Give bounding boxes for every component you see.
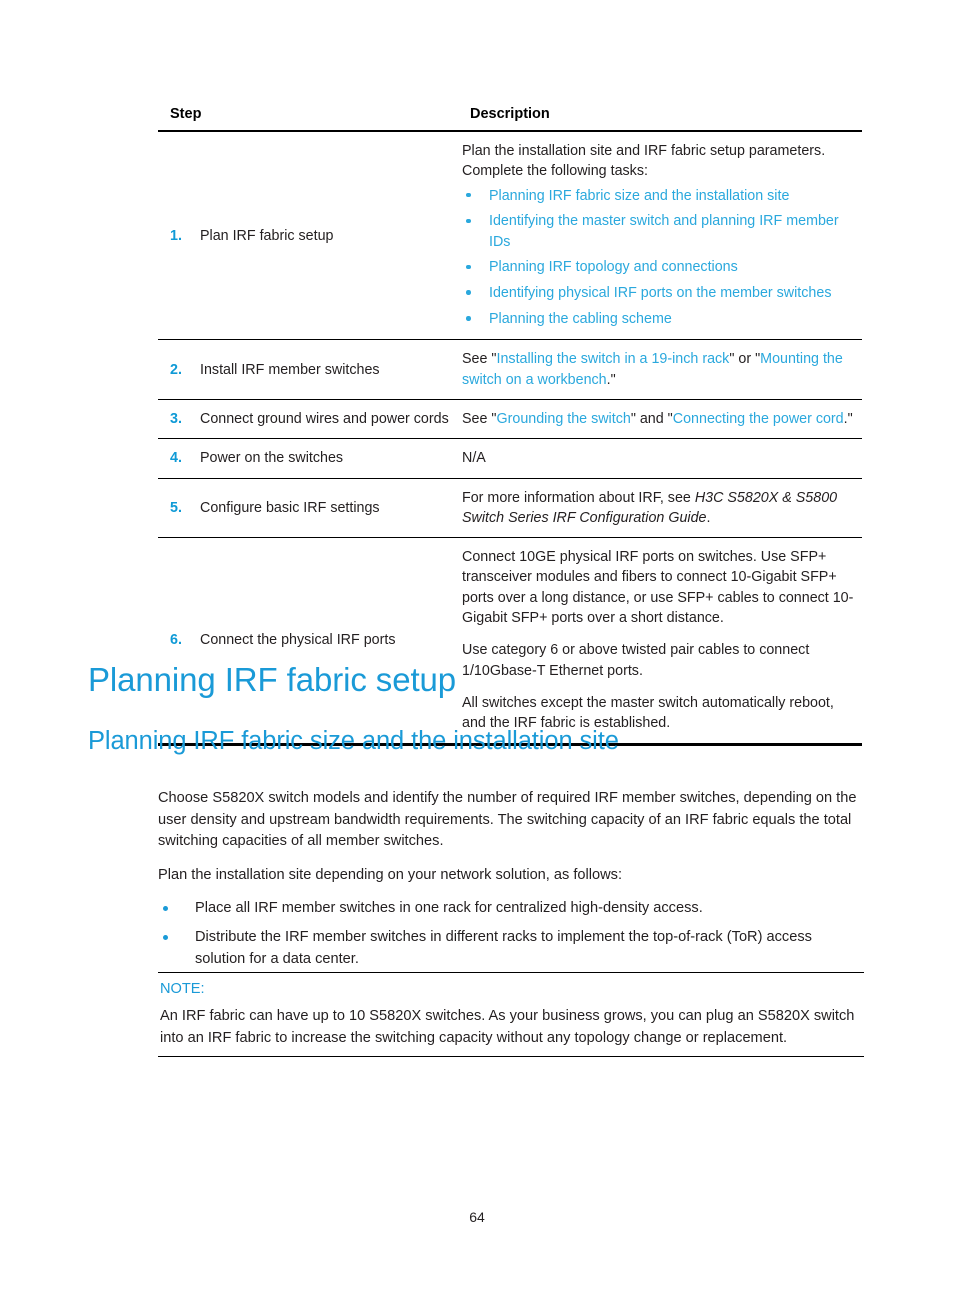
table-row: 1. Plan IRF fabric setup Plan the instal… bbox=[158, 131, 862, 341]
note-title: NOTE: bbox=[160, 981, 205, 997]
body-bullet-list: Place all IRF member switches in one rac… bbox=[158, 898, 866, 970]
text-fragment: " and " bbox=[630, 410, 673, 427]
page-title: Planning IRF fabric setup bbox=[88, 661, 457, 698]
task-link[interactable]: Identifying the master switch and planni… bbox=[489, 213, 839, 249]
text-fragment: For more information about IRF, see bbox=[462, 489, 695, 506]
column-header-step: Step bbox=[158, 97, 458, 132]
list-item[interactable]: Planning IRF fabric size and the install… bbox=[462, 186, 858, 206]
step-label: Install IRF member switches bbox=[200, 361, 380, 378]
list-item[interactable]: Planning IRF topology and connections bbox=[462, 257, 858, 277]
table-row: 6. Connect the physical IRF ports Connec… bbox=[158, 537, 862, 746]
step-cell: 1. Plan IRF fabric setup bbox=[158, 131, 458, 341]
cross-reference-link[interactable]: Installing the switch in a 19-inch rack bbox=[497, 351, 730, 367]
document-page: Step Description 1. Plan IRF fabric setu… bbox=[0, 0, 954, 1294]
task-link-list: Planning IRF fabric size and the install… bbox=[462, 186, 858, 330]
step-number: 2. bbox=[170, 361, 182, 378]
note-text: An IRF fabric can have up to 10 S5820X s… bbox=[160, 1008, 855, 1046]
step-label: Connect ground wires and power cords bbox=[200, 410, 449, 427]
step-cell: 5. Configure basic IRF settings bbox=[158, 478, 458, 539]
task-link[interactable]: Planning IRF fabric size and the install… bbox=[489, 188, 789, 204]
body-content: Choose S5820X switch models and identify… bbox=[158, 788, 866, 977]
body-paragraph: Plan the installation site depending on … bbox=[158, 866, 623, 883]
step-number: 4. bbox=[170, 450, 182, 467]
page-number: 64 bbox=[469, 1209, 485, 1225]
step-label: Plan IRF fabric setup bbox=[200, 227, 334, 244]
step-number: 5. bbox=[170, 499, 182, 516]
step-cell: 4. Power on the switches bbox=[158, 438, 458, 479]
table-row: 2. Install IRF member switches See "Inst… bbox=[158, 339, 862, 400]
text-fragment: " or " bbox=[729, 351, 761, 368]
description-cell: See "Installing the switch in a 19-inch … bbox=[458, 339, 862, 400]
step-label: Configure basic IRF settings bbox=[200, 499, 380, 516]
text-fragment: ." bbox=[843, 410, 853, 427]
step-cell: 6. Connect the physical IRF ports bbox=[158, 537, 458, 746]
description-cell: Connect 10GE physical IRF ports on switc… bbox=[458, 537, 862, 746]
list-item[interactable]: Identifying physical IRF ports on the me… bbox=[462, 283, 858, 303]
bullet-icon bbox=[466, 290, 471, 295]
note-callout: NOTE: An IRF fabric can have up to 10 S5… bbox=[158, 972, 864, 1058]
cross-reference-link[interactable]: Connecting the power cord bbox=[673, 411, 844, 427]
description-text: Use category 6 or above twisted pair cab… bbox=[462, 642, 810, 679]
cross-reference-link[interactable]: Grounding the switch bbox=[497, 411, 631, 427]
description-text: Plan the installation site and IRF fabri… bbox=[462, 143, 826, 159]
bullet-icon bbox=[163, 934, 168, 940]
task-link[interactable]: Planning IRF topology and connections bbox=[489, 259, 738, 275]
table-row: 5. Configure basic IRF settings For more… bbox=[158, 478, 862, 539]
text-fragment: ." bbox=[606, 371, 616, 388]
text-fragment: . bbox=[706, 509, 711, 526]
steps-table: Step Description 1. Plan IRF fabric setu… bbox=[158, 97, 862, 746]
section-heading: Planning IRF fabric size and the install… bbox=[88, 727, 619, 755]
description-cell: Plan the installation site and IRF fabri… bbox=[458, 131, 862, 341]
text-fragment: See " bbox=[462, 351, 497, 368]
bullet-icon bbox=[466, 264, 471, 270]
bullet-icon bbox=[466, 192, 471, 198]
list-item: Place all IRF member switches in one rac… bbox=[158, 898, 866, 920]
description-text: Complete the following tasks: bbox=[462, 163, 648, 180]
description-text: For more information about IRF, see H3C … bbox=[462, 488, 858, 529]
task-link[interactable]: Identifying physical IRF ports on the me… bbox=[489, 285, 831, 301]
description-cell: See "Grounding the switch" and "Connecti… bbox=[458, 399, 862, 440]
description-text: See "Grounding the switch" and "Connecti… bbox=[462, 409, 858, 429]
description-text: Connect 10GE physical IRF ports on switc… bbox=[462, 549, 854, 627]
table-header-row: Step Description bbox=[158, 97, 862, 132]
step-label: Power on the switches bbox=[200, 450, 344, 467]
step-number: 3. bbox=[170, 410, 182, 427]
bullet-icon bbox=[466, 316, 471, 321]
task-link[interactable]: Planning the cabling scheme bbox=[489, 311, 672, 327]
table-row: 4. Power on the switches N/A bbox=[158, 438, 862, 479]
table-row: 3. Connect ground wires and power cords … bbox=[158, 399, 862, 440]
step-cell: 3. Connect ground wires and power cords bbox=[158, 399, 458, 440]
column-header-description: Description bbox=[458, 97, 862, 132]
bullet-icon bbox=[163, 905, 168, 911]
list-item: Distribute the IRF member switches in di… bbox=[158, 927, 866, 970]
list-item-text: Place all IRF member switches in one rac… bbox=[195, 900, 703, 917]
description-text: N/A bbox=[462, 450, 486, 467]
description-cell: N/A bbox=[458, 438, 862, 479]
list-item[interactable]: Planning the cabling scheme bbox=[462, 309, 858, 329]
list-item[interactable]: Identifying the master switch and planni… bbox=[462, 211, 858, 252]
text-fragment: See " bbox=[462, 410, 497, 427]
bullet-icon bbox=[466, 218, 471, 224]
step-label: Connect the physical IRF ports bbox=[200, 632, 396, 649]
description-text: See "Installing the switch in a 19-inch … bbox=[462, 349, 858, 390]
body-paragraph: Choose S5820X switch models and identify… bbox=[158, 790, 857, 850]
description-cell: For more information about IRF, see H3C … bbox=[458, 478, 862, 539]
list-item-text: Distribute the IRF member switches in di… bbox=[195, 928, 812, 967]
step-cell: 2. Install IRF member switches bbox=[158, 339, 458, 400]
step-number: 6. bbox=[170, 632, 182, 649]
step-number: 1. bbox=[170, 227, 182, 244]
